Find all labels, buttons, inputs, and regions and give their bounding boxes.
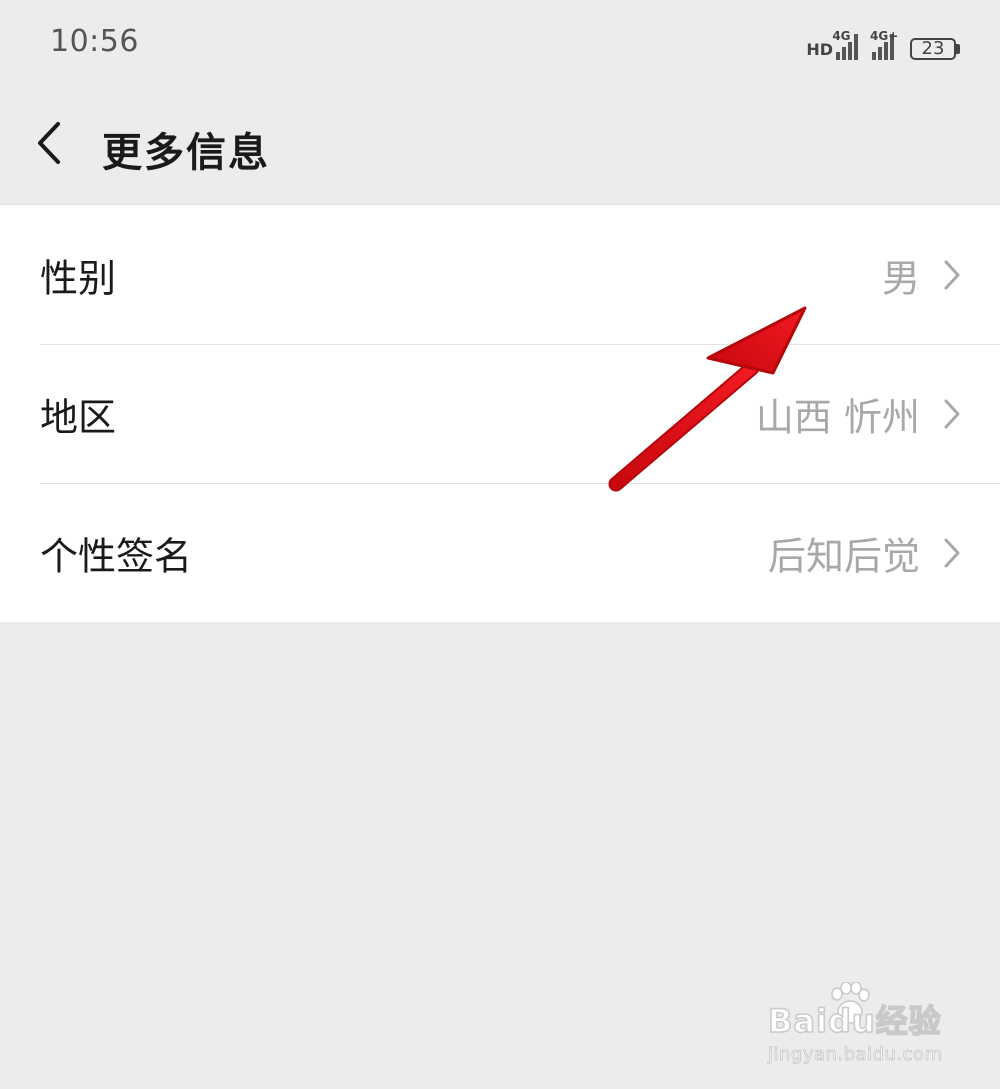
baidu-watermark: Baidu经验 jingyan.baidu.com [767,982,968,1066]
page-title: 更多信息 [102,130,270,176]
battery-level: 23 [910,38,956,60]
list-item-label: 地区 [40,395,117,439]
header: 更多信息 [0,86,1000,204]
list-item-label: 个性签名 [40,534,193,578]
list-item-value: 后知后觉 [767,534,920,578]
status-bar: 10:56 HD 4G 4G+ 23 [0,0,1000,86]
battery-icon: 23 [910,38,960,60]
status-time: 10:56 [50,24,139,59]
list-item-value: 男 [881,256,920,300]
signal-1-icon: HD 4G [806,29,858,60]
network-type-label: 4G [832,29,851,43]
back-chevron-icon[interactable] [30,118,70,168]
list-item-signature[interactable]: 个性签名 后知后觉 [0,483,1000,622]
list-item-label: 性别 [40,256,117,300]
list-item-gender[interactable]: 性别 男 [0,205,1000,344]
chevron-right-icon [944,260,960,289]
signal-2-icon: 4G+ [870,30,898,60]
status-icons: HD 4G 4G+ 23 [806,24,960,60]
hd-label: HD [806,40,833,59]
list-item-region[interactable]: 地区 山西 忻州 [0,344,1000,483]
watermark-url: jingyan.baidu.com [768,1044,943,1066]
info-list: 性别 男 地区 山西 忻州 个性签名 后知后觉 [0,204,1000,622]
chevron-right-icon [944,538,960,567]
watermark-logo-text: Baidu经验 [767,1001,942,1041]
chevron-right-icon [944,399,960,428]
network-type-label: 4G+ [870,29,899,43]
list-item-value: 山西 忻州 [755,395,920,439]
